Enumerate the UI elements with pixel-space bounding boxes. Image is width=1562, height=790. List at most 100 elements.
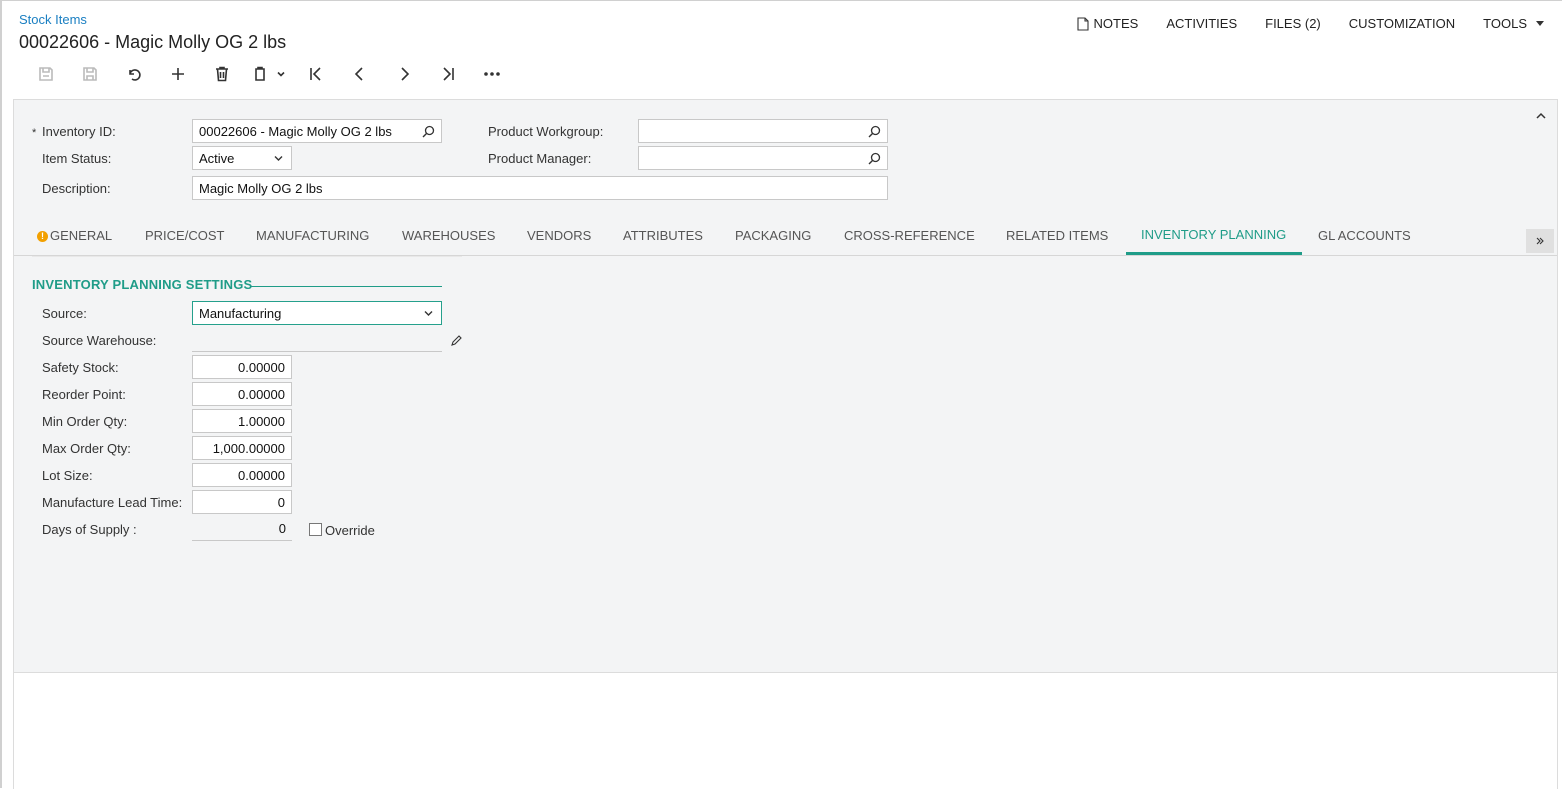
previous-record-button[interactable] — [338, 62, 382, 86]
item-status-label: Item Status: — [42, 151, 112, 166]
days-of-supply-value: 0 — [278, 521, 286, 536]
search-icon[interactable] — [868, 152, 881, 165]
customization-button[interactable]: CUSTOMIZATION — [1349, 16, 1455, 31]
inventory-id-label: Inventory ID: — [42, 124, 116, 139]
tab-general[interactable]: ! GENERAL — [37, 228, 112, 243]
product-manager-label: Product Manager: — [488, 151, 592, 166]
product-workgroup-field[interactable] — [638, 119, 888, 143]
collapse-button[interactable] — [1535, 108, 1547, 126]
description-label: Description: — [42, 181, 111, 196]
tools-label: TOOLS — [1483, 16, 1527, 31]
reorder-point-value: 0.00000 — [238, 386, 285, 402]
source-value: Manufacturing — [199, 305, 282, 321]
first-icon — [310, 67, 321, 81]
min-order-qty-label: Min Order Qty: — [42, 414, 128, 429]
safety-stock-field[interactable]: 0.00000 — [192, 355, 292, 379]
inventory-id-field[interactable]: 00022606 - Magic Molly OG 2 lbs — [192, 119, 442, 143]
delete-icon — [216, 66, 228, 82]
caret-down-icon — [1536, 21, 1544, 26]
section-title-inventory-planning: INVENTORY PLANNING SETTINGS — [32, 277, 253, 292]
activities-label: ACTIVITIES — [1166, 16, 1238, 31]
days-of-supply-field: 0 — [192, 517, 292, 541]
note-icon — [1076, 16, 1089, 31]
first-record-button[interactable] — [294, 62, 338, 86]
lower-content-area — [14, 672, 1557, 790]
product-manager-field[interactable] — [638, 146, 888, 170]
last-icon — [443, 67, 454, 81]
copy-paste-icon — [255, 66, 265, 81]
chevron-down-icon — [277, 71, 285, 77]
required-mark: * — [32, 127, 37, 139]
next-record-button[interactable] — [382, 62, 426, 86]
notes-button[interactable]: NOTES — [1076, 16, 1138, 31]
inventory-id-value: 00022606 - Magic Molly OG 2 lbs — [199, 123, 392, 139]
page-title: 00022606 - Magic Molly OG 2 lbs — [19, 32, 287, 52]
undo-icon — [129, 69, 141, 81]
copy-paste-button[interactable] — [244, 62, 294, 86]
tab-packaging[interactable]: PACKAGING — [735, 228, 811, 243]
max-order-qty-value: 1,000.00000 — [212, 440, 285, 456]
activities-button[interactable]: ACTIVITIES — [1166, 16, 1237, 31]
max-order-qty-label: Max Order Qty: — [42, 441, 131, 456]
product-workgroup-label: Product Workgroup: — [488, 124, 604, 139]
override-checkbox[interactable] — [309, 523, 322, 536]
section-title-underline — [250, 286, 442, 287]
top-menu: NOTES ACTIVITIES FILES (2) CUSTOMIZATION… — [1076, 16, 1544, 31]
manufacture-lead-time-value: 0 — [277, 494, 285, 510]
tab-price-cost[interactable]: PRICE/COST — [145, 228, 224, 243]
tab-inventory-planning[interactable]: INVENTORY PLANNING — [1141, 227, 1286, 242]
description-field[interactable]: Magic Molly OG 2 lbs — [192, 176, 888, 200]
lot-size-value: 0.00000 — [238, 467, 285, 483]
search-icon[interactable] — [422, 125, 435, 138]
tab-attributes[interactable]: ATTRIBUTES — [623, 228, 703, 243]
tab-warehouses[interactable]: WAREHOUSES — [402, 228, 495, 243]
files-label: FILES (2) — [1265, 16, 1321, 31]
pencil-icon[interactable] — [450, 334, 463, 347]
stock-items-screen: Stock Items 00022606 - Magic Molly OG 2 … — [0, 0, 1562, 790]
chevron-down-icon — [274, 156, 283, 161]
source-select[interactable]: Manufacturing — [192, 301, 442, 325]
next-icon — [401, 67, 410, 81]
active-tab-indicator — [1126, 252, 1302, 255]
warning-icon: ! — [37, 231, 48, 242]
tab-cross-reference[interactable]: CROSS-REFERENCE — [844, 228, 975, 243]
max-order-qty-field[interactable]: 1,000.00000 — [192, 436, 292, 460]
tab-vendors[interactable]: VENDORS — [527, 228, 591, 243]
tab-bar: ! GENERAL PRICE/COST MANUFACTURING WAREHO… — [14, 221, 1557, 256]
tab-related-items[interactable]: RELATED ITEMS — [1006, 228, 1108, 243]
chevron-down-icon — [424, 311, 433, 316]
reorder-point-label: Reorder Point: — [42, 387, 126, 402]
reorder-point-field[interactable]: 0.00000 — [192, 382, 292, 406]
tab-general-label: GENERAL — [50, 228, 113, 243]
more-button[interactable] — [470, 62, 514, 86]
tab-manufacturing[interactable]: MANUFACTURING — [256, 228, 369, 243]
add-icon — [172, 68, 184, 80]
manufacture-lead-time-label: Manufacture Lead Time: — [42, 495, 183, 510]
lot-size-label: Lot Size: — [42, 468, 93, 483]
last-record-button[interactable] — [426, 62, 470, 86]
files-button[interactable]: FILES (2) — [1265, 16, 1321, 31]
add-button[interactable] — [156, 62, 200, 86]
breadcrumb-stock-items[interactable]: Stock Items — [19, 12, 87, 27]
save-icon — [83, 67, 97, 81]
lot-size-field[interactable]: 0.00000 — [192, 463, 292, 487]
manufacture-lead-time-field[interactable]: 0 — [192, 490, 292, 514]
tools-button[interactable]: TOOLS — [1483, 16, 1544, 31]
more-icon — [484, 72, 500, 76]
delete-button[interactable] — [200, 62, 244, 86]
item-status-select[interactable]: Active — [192, 146, 292, 170]
save-close-button[interactable] — [24, 62, 68, 86]
undo-button[interactable] — [112, 62, 156, 86]
main-panel: * Inventory ID: 00022606 - Magic Molly O… — [13, 99, 1558, 790]
chevron-up-icon — [1536, 112, 1546, 119]
save-close-icon — [39, 67, 53, 81]
safety-stock-label: Safety Stock: — [42, 360, 119, 375]
min-order-qty-field[interactable]: 1.00000 — [192, 409, 292, 433]
save-button[interactable] — [68, 62, 112, 86]
item-status-value: Active — [199, 150, 235, 166]
search-icon[interactable] — [868, 125, 881, 138]
customization-label: CUSTOMIZATION — [1348, 16, 1456, 31]
source-warehouse-label: Source Warehouse: — [42, 333, 157, 348]
tab-scroll-button[interactable] — [1526, 229, 1554, 253]
tab-gl-accounts[interactable]: GL ACCOUNTS — [1318, 228, 1411, 243]
